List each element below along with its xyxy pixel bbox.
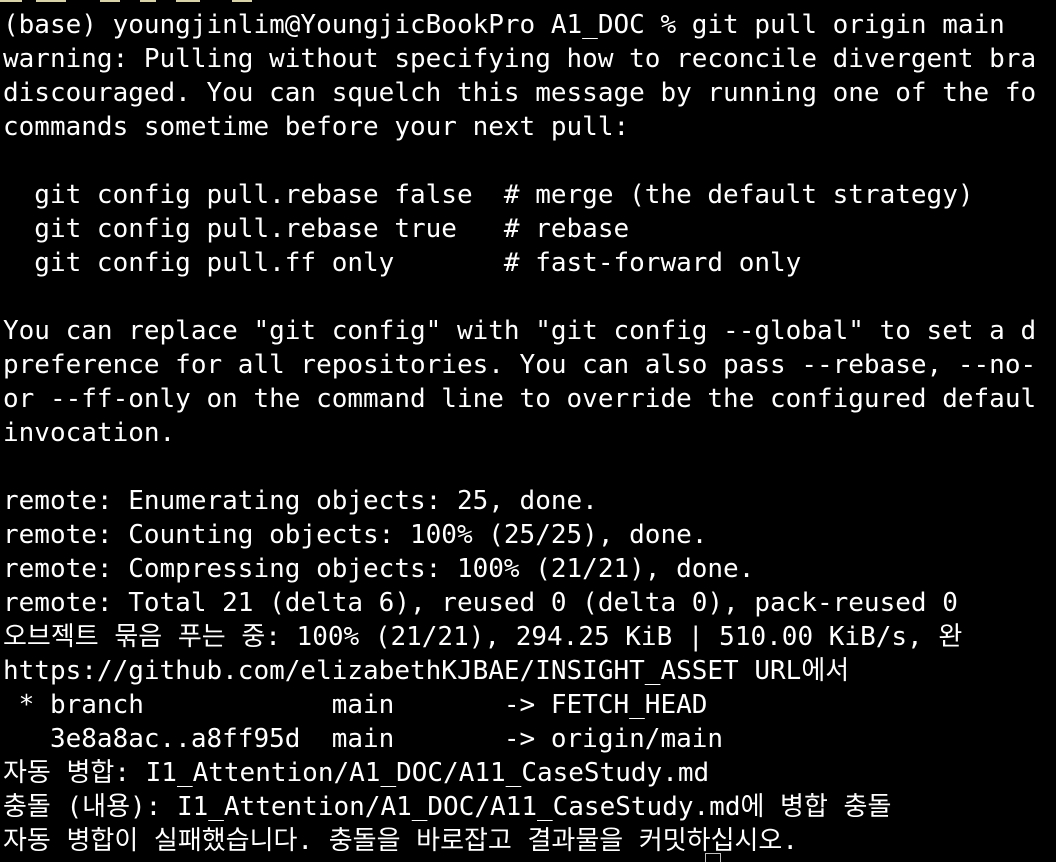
output-line: remote: Compressing objects: 100% (21/21… — [3, 554, 755, 584]
output-line: preference for all repositories. You can… — [3, 350, 1037, 380]
output-line: remote: Enumerating objects: 25, done. — [3, 486, 598, 516]
output-line: 자동 병합: I1_Attention/A1_DOC/A11_CaseStudy… — [3, 758, 710, 788]
output-line: 충돌 (내용): I1_Attention/A1_DOC/A11_CaseStu… — [3, 792, 892, 822]
clipped-previous-line — [0, 0, 300, 4]
output-line: remote: Total 21 (delta 6), reused 0 (de… — [3, 588, 958, 618]
output-line: remote: Counting objects: 100% (25/25), … — [3, 520, 708, 550]
output-line: 3e8a8ac..a8ff95d main -> origin/main — [3, 724, 724, 754]
output-line: commands sometime before your next pull: — [3, 112, 630, 142]
output-line: https://github.com/elizabethKJBAE/INSIGH… — [3, 656, 850, 686]
output-line: discouraged. You can squelch this messag… — [3, 78, 1037, 108]
output-line: invocation. — [3, 418, 176, 448]
output-line: 자동 병합이 실패했습니다. 충돌을 바로잡고 결과물을 커밋하십시오. — [3, 826, 798, 856]
output-line: You can replace "git config" with "git c… — [3, 316, 1037, 346]
output-line: 오브젝트 묶음 푸는 중: 100% (21/21), 294.25 KiB |… — [3, 622, 963, 652]
text-cursor — [705, 853, 721, 862]
output-line: git config pull.rebase true # rebase — [3, 214, 630, 244]
output-line: warning: Pulling without specifying how … — [3, 44, 1037, 74]
prompt-command-line: (base) youngjinlim@YoungjicBookPro A1_DO… — [3, 10, 1005, 40]
terminal-window[interactable]: (base) youngjinlim@YoungjicBookPro A1_DO… — [0, 0, 1056, 862]
output-line: git config pull.rebase false # merge (th… — [3, 180, 974, 210]
output-line: git config pull.ff only # fast-forward o… — [3, 248, 802, 278]
output-line: or --ff-only on the command line to over… — [3, 384, 1037, 414]
output-line: * branch main -> FETCH_HEAD — [3, 690, 708, 720]
